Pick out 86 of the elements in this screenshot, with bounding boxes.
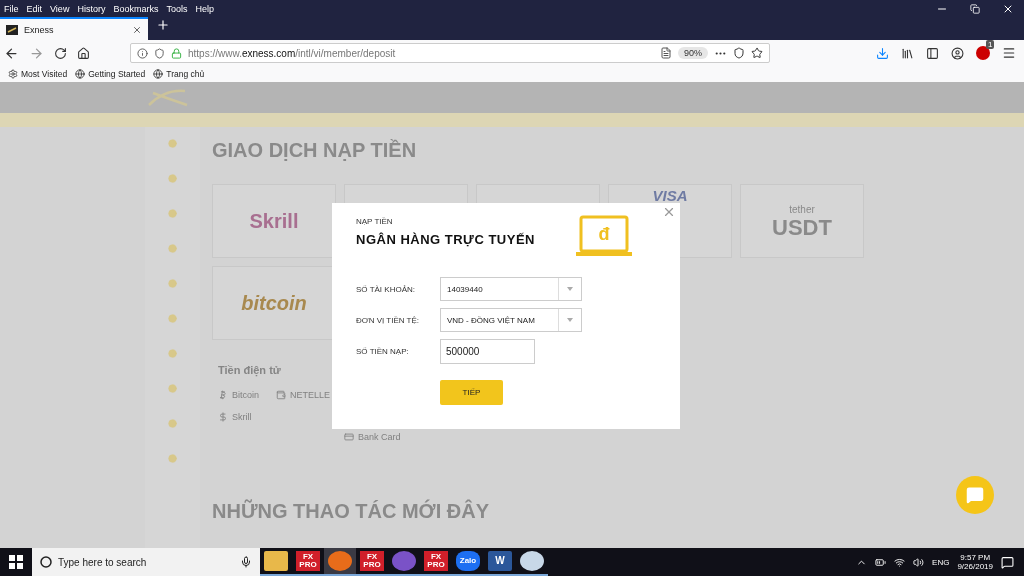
- select-field[interactable]: VND - ĐỒNG VIỆT NAM: [440, 308, 582, 332]
- zoom-level[interactable]: 90%: [678, 47, 708, 59]
- search-field[interactable]: Type here to search: [32, 548, 260, 576]
- windows-logo-icon: [9, 555, 23, 569]
- clock-date[interactable]: 9/26/2019: [957, 562, 993, 571]
- taskbar-app[interactable]: FX PRO: [356, 548, 388, 576]
- info-icon[interactable]: [137, 47, 148, 59]
- bookmark-item[interactable]: Trang chủ: [153, 69, 205, 79]
- notification-badge: 1: [986, 40, 995, 49]
- bookmark-item[interactable]: Getting Started: [75, 69, 146, 79]
- menu-item[interactable]: Edit: [26, 3, 43, 14]
- payment-logo-text: USDT: [772, 216, 832, 239]
- tab-title: Exness: [24, 24, 55, 35]
- menu-item[interactable]: Help: [195, 3, 214, 14]
- payment-logo-text: bitcoin: [241, 293, 307, 313]
- menu-item[interactable]: View: [50, 3, 70, 14]
- url-text: https://www.exness.com/intl/vi/member/deposit: [188, 47, 397, 59]
- taskbar-app[interactable]: W: [484, 548, 516, 576]
- browser-tab[interactable]: Exness: [0, 17, 148, 40]
- menu-item[interactable]: Bookmarks: [113, 3, 159, 14]
- field-label: SỐ TÀI KHOẢN:: [356, 284, 416, 294]
- chat-bubble-icon: [966, 486, 984, 504]
- menu-item[interactable]: History: [77, 3, 106, 14]
- reload-icon[interactable]: [54, 46, 67, 60]
- globe-icon: [153, 69, 164, 79]
- clock-time[interactable]: 9:57 PM: [960, 553, 991, 562]
- notification-icon[interactable]: [1001, 555, 1014, 569]
- download-icon[interactable]: [876, 46, 889, 60]
- search-icon: [40, 556, 52, 568]
- card-icon: [344, 432, 354, 442]
- wallet-icon: [276, 390, 286, 400]
- coin-icon: [218, 390, 228, 400]
- field-label: SỐ TIỀN NẠP:: [356, 347, 410, 356]
- payment-logo-text: Skrill: [249, 211, 299, 231]
- new-tab-icon[interactable]: [156, 18, 170, 32]
- app-icon: [328, 551, 352, 571]
- reader-icon[interactable]: [660, 47, 672, 59]
- sidebar-icon[interactable]: [926, 46, 939, 60]
- continue-button[interactable]: TIẾP: [440, 380, 503, 405]
- microphone-icon: [240, 556, 252, 568]
- dialog-title: NGÂN HÀNG TRỰC TUYẾN: [356, 232, 535, 247]
- app-icon: [520, 551, 544, 571]
- taskbar-app[interactable]: Zalo: [452, 548, 484, 576]
- account-icon[interactable]: [951, 46, 964, 60]
- caret-icon: [567, 287, 573, 291]
- menu-icon[interactable]: [1002, 46, 1016, 60]
- dialog-eyebrow: NẠP TIỀN: [356, 217, 394, 226]
- app-icon: [392, 551, 416, 571]
- bookmark-star-icon[interactable]: [751, 47, 763, 59]
- forward-icon[interactable]: [29, 45, 44, 61]
- app-label: FX PRO: [360, 551, 384, 571]
- menu-item[interactable]: File: [4, 3, 19, 14]
- home-icon[interactable]: [77, 46, 90, 60]
- library-icon[interactable]: [901, 46, 914, 60]
- menu-item[interactable]: Tools: [166, 3, 188, 14]
- addon-icon[interactable]: [976, 46, 990, 60]
- amount-field[interactable]: 500000: [440, 339, 535, 364]
- bookmark-item[interactable]: Most Visited: [8, 69, 68, 79]
- volume-icon[interactable]: [913, 556, 925, 568]
- app-icon: [264, 551, 288, 571]
- wifi-icon[interactable]: [894, 556, 906, 568]
- card-subtitle: tether: [789, 203, 815, 215]
- page-title: GIAO DỊCH NẠP TIỀN: [212, 139, 418, 162]
- gear-icon: [8, 69, 18, 79]
- restore-icon[interactable]: [970, 3, 980, 14]
- taskbar-app[interactable]: FX PRO: [420, 548, 452, 576]
- field-label: ĐƠN VỊ TIỀN TỆ:: [356, 315, 421, 325]
- close-icon: [662, 205, 676, 219]
- app-label: Zalo: [456, 551, 480, 571]
- language-indicator[interactable]: ENG: [932, 557, 950, 567]
- back-icon[interactable]: [4, 45, 19, 61]
- shield-icon[interactable]: [154, 47, 165, 59]
- caret-icon: [567, 318, 573, 322]
- address-field[interactable]: https://www.exness.com/intl/vi/member/deposit 90%: [130, 43, 770, 63]
- app-label: FX PRO: [296, 551, 320, 571]
- section-heading: Tiền điện tử: [218, 364, 282, 376]
- app-label: W: [488, 551, 512, 571]
- select-field[interactable]: 14039440: [440, 277, 582, 301]
- app-label: FX PRO: [424, 551, 448, 571]
- dollar-icon: [218, 412, 228, 422]
- battery-icon[interactable]: [875, 556, 887, 568]
- globe-icon: [75, 69, 86, 79]
- section-title: NHỮNG THAO TÁC MỚI ĐÂY: [212, 500, 490, 523]
- payment-logo-text: VISA: [652, 188, 688, 203]
- taskbar-app[interactable]: [260, 548, 292, 576]
- site-logo-icon: [6, 24, 18, 35]
